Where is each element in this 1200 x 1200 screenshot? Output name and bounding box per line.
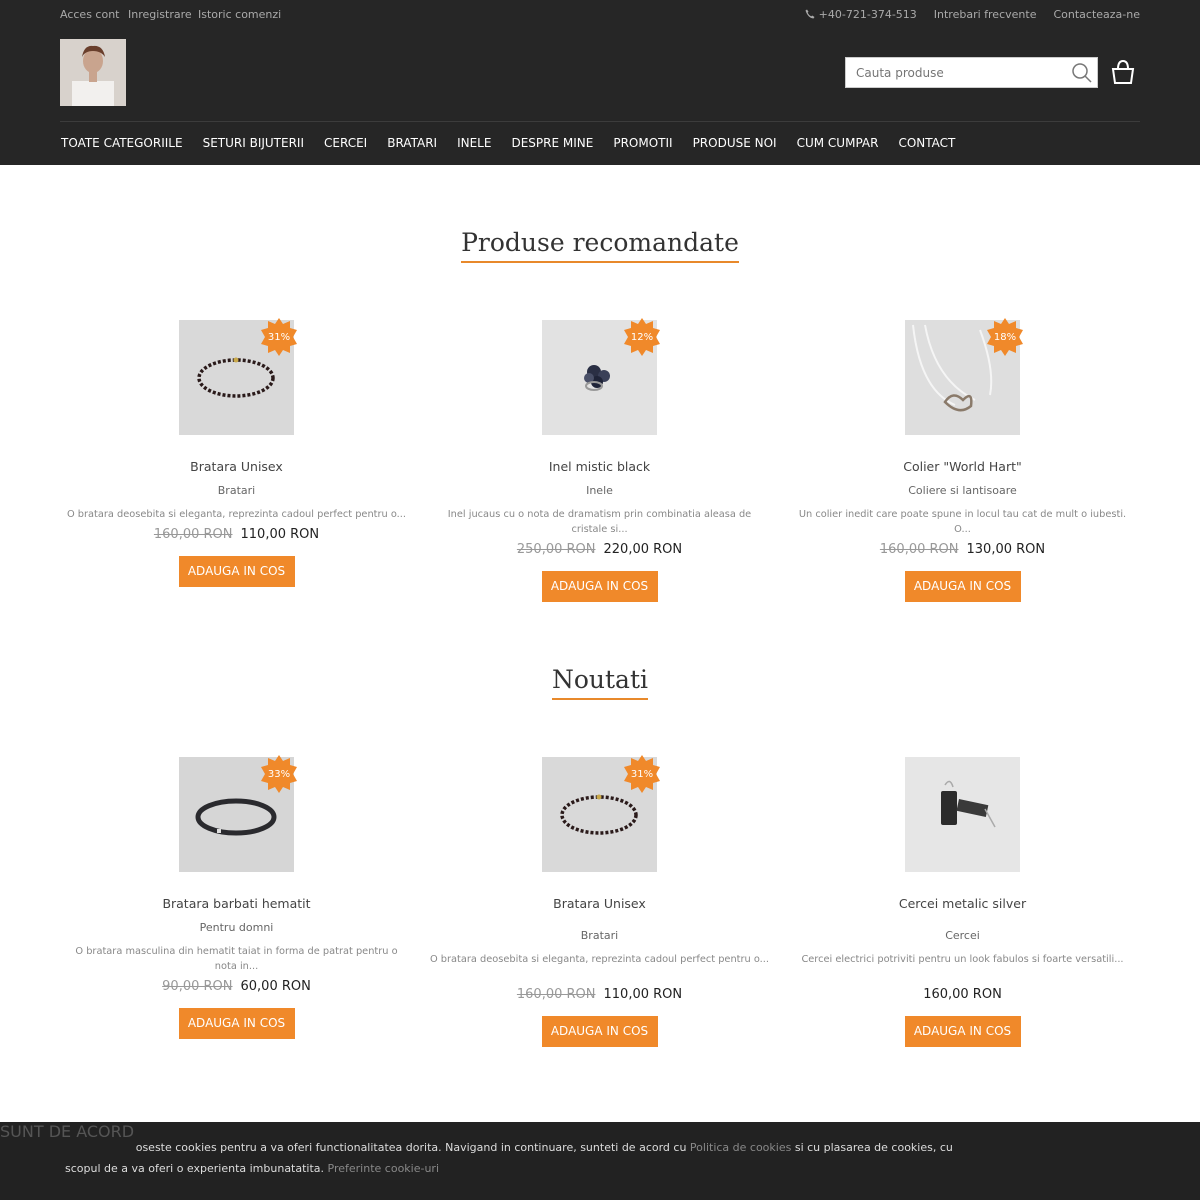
old-price: 250,00 RON xyxy=(516,542,596,557)
nav-jewelry-sets[interactable]: SETURI BIJUTERII xyxy=(203,136,304,150)
account-link[interactable]: Acces cont xyxy=(60,8,120,21)
add-to-cart-button[interactable]: ADAUGA IN COS xyxy=(541,1016,658,1047)
header-divider xyxy=(60,121,1140,122)
product-card: 31% Bratara Unisex Bratari O bratara deo… xyxy=(55,318,418,587)
product-price: 160,00 RON 110,00 RON xyxy=(418,987,781,1002)
cookie-preferences-link[interactable]: Preferinte cookie-uri xyxy=(328,1162,439,1175)
add-to-cart-button[interactable]: ADAUGA IN COS xyxy=(178,1008,295,1039)
order-history-link[interactable]: Istoric comenzi xyxy=(198,8,281,21)
cart-icon[interactable] xyxy=(1110,59,1136,85)
current-price: 110,00 RON xyxy=(240,527,320,542)
site-header: Acces cont Inregistrare Istoric comenzi … xyxy=(0,0,1200,165)
current-price: 130,00 RON xyxy=(966,542,1046,557)
search-box xyxy=(845,57,1098,88)
product-card: 18% Colier "World Hart" Coliere si lanti… xyxy=(781,318,1144,602)
faq-link[interactable]: Intrebari frecvente xyxy=(934,8,1037,21)
product-price: 160,00 RON xyxy=(781,987,1144,1002)
product-category: Bratari xyxy=(217,484,256,497)
discount-badge: 18% xyxy=(986,318,1024,356)
phone-number: +40-721-374-513 xyxy=(818,8,917,21)
add-to-cart-button[interactable]: ADAUGA IN COS xyxy=(904,571,1021,602)
search-input[interactable] xyxy=(846,58,1066,87)
product-description: Inel jucaus cu o nota de dramatism prin … xyxy=(447,509,752,535)
nav-promotions[interactable]: PROMOTII xyxy=(613,136,672,150)
main-nav: TOATE CATEGORIILE SETURI BIJUTERII CERCE… xyxy=(61,136,975,150)
product-image[interactable]: 31% xyxy=(542,755,660,872)
product-category: Inele xyxy=(586,484,613,497)
product-category: Pentru domni xyxy=(199,921,274,934)
old-price: 160,00 RON xyxy=(153,527,233,542)
product-category: Coliere si lantisoare xyxy=(908,484,1017,497)
product-card: Cercei metalic silver Cercei Cercei elec… xyxy=(781,757,1144,1047)
nav-contact[interactable]: CONTACT xyxy=(898,136,955,150)
current-price: 220,00 RON xyxy=(603,542,683,557)
contact-link[interactable]: Contacteaza-ne xyxy=(1053,8,1140,21)
phone-icon xyxy=(805,9,815,19)
discount-badge: 31% xyxy=(260,318,298,356)
product-name[interactable]: Bratara Unisex xyxy=(418,896,781,911)
product-price: 90,00 RON 60,00 RON xyxy=(55,979,418,994)
nav-how-to-buy[interactable]: CUM CUMPAR xyxy=(797,136,879,150)
news-title: Noutati xyxy=(0,665,1200,700)
search-icon[interactable] xyxy=(1071,62,1093,84)
product-price: 250,00 RON 220,00 RON xyxy=(418,542,781,557)
product-image[interactable]: 18% xyxy=(905,318,1023,435)
add-to-cart-button[interactable]: ADAUGA IN COS xyxy=(904,1016,1021,1047)
register-link[interactable]: Inregistrare xyxy=(128,8,192,21)
nav-bracelets[interactable]: BRATARI xyxy=(387,136,437,150)
product-description: O bratara masculina din hematit taiat in… xyxy=(75,946,398,972)
top-bar: Acces cont Inregistrare Istoric comenzi … xyxy=(60,8,1140,24)
product-image[interactable]: 12% xyxy=(542,318,660,435)
cookie-policy-link[interactable]: Politica de cookies xyxy=(690,1141,791,1154)
nav-all-categories[interactable]: TOATE CATEGORIILE xyxy=(61,136,183,150)
old-price: 160,00 RON xyxy=(516,987,596,1002)
nav-about[interactable]: DESPRE MINE xyxy=(511,136,593,150)
product-image[interactable]: 31% xyxy=(179,318,297,435)
cookie-text: Acest site foloseste cookies pentru a va… xyxy=(65,1141,953,1175)
site-logo[interactable] xyxy=(60,39,126,106)
product-card: 31% Bratara Unisex Bratari O bratara deo… xyxy=(418,755,781,1047)
product-category: Bratari xyxy=(580,929,619,942)
accept-cookies-button[interactable]: SUNT DE ACORD xyxy=(0,1122,135,1159)
add-to-cart-button[interactable]: ADAUGA IN COS xyxy=(541,571,658,602)
current-price: 160,00 RON xyxy=(923,987,1002,1002)
product-price: 160,00 RON 130,00 RON xyxy=(781,542,1144,557)
recommended-title: Produse recomandate xyxy=(0,228,1200,263)
nav-earrings[interactable]: CERCEI xyxy=(324,136,367,150)
nav-rings[interactable]: INELE xyxy=(457,136,491,150)
product-card: 33% Bratara barbati hematit Pentru domni… xyxy=(55,755,418,1039)
product-price: 160,00 RON 110,00 RON xyxy=(55,527,418,542)
discount-badge: 31% xyxy=(623,755,661,793)
old-price: 90,00 RON xyxy=(162,979,233,994)
current-price: 60,00 RON xyxy=(240,979,311,994)
product-description: O bratara deosebita si eleganta, reprezi… xyxy=(66,509,407,520)
add-to-cart-button[interactable]: ADAUGA IN COS xyxy=(178,556,295,587)
current-price: 110,00 RON xyxy=(603,987,683,1002)
product-name[interactable]: Cercei metalic silver xyxy=(781,896,1144,911)
old-price: 160,00 RON xyxy=(879,542,959,557)
product-category: Cercei xyxy=(945,929,980,942)
product-name[interactable]: Inel mistic black xyxy=(418,459,781,474)
product-image[interactable] xyxy=(905,757,1020,872)
product-description: Cercei electrici potriviti pentru un loo… xyxy=(801,954,1124,965)
discount-badge: 12% xyxy=(623,318,661,356)
product-card: 12% Inel mistic black Inele Inel jucaus … xyxy=(418,318,781,602)
product-image[interactable]: 33% xyxy=(179,755,297,872)
product-name[interactable]: Colier "World Hart" xyxy=(781,459,1144,474)
nav-new-products[interactable]: PRODUSE NOI xyxy=(693,136,777,150)
cookie-banner: Acest site foloseste cookies pentru a va… xyxy=(0,1122,1200,1200)
product-name[interactable]: Bratara Unisex xyxy=(55,459,418,474)
phone-link[interactable]: +40-721-374-513 xyxy=(805,8,917,21)
discount-badge: 33% xyxy=(260,755,298,793)
product-name[interactable]: Bratara barbati hematit xyxy=(55,896,418,911)
product-description: O bratara deosebita si eleganta, reprezi… xyxy=(429,954,770,965)
product-description: Un colier inedit care poate spune in loc… xyxy=(798,509,1127,535)
